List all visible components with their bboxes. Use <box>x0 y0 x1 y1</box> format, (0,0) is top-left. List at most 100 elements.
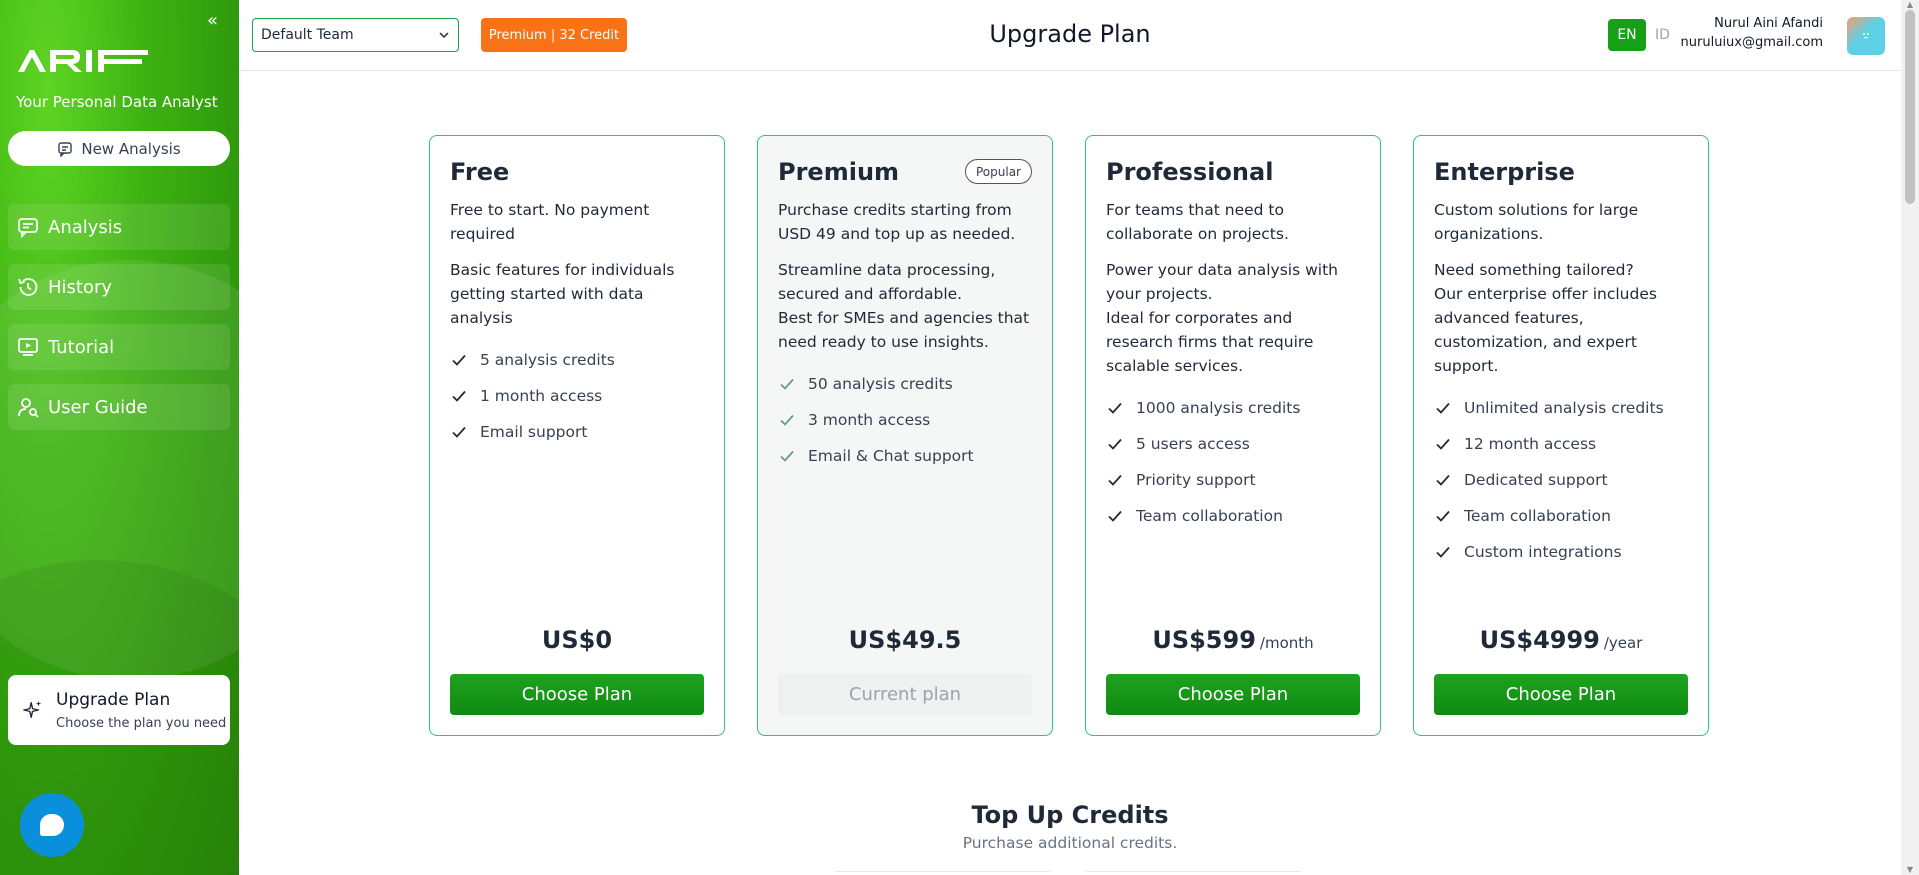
plan-desc-line: Custom solutions for large organizations… <box>1434 201 1639 243</box>
feature-text: Email support <box>480 423 588 441</box>
scrollbar[interactable]: ▲ ▼ <box>1901 0 1919 875</box>
scroll-down-icon[interactable]: ▼ <box>1905 866 1915 874</box>
chat-support-button[interactable] <box>20 793 84 857</box>
check-icon <box>452 426 466 438</box>
sidebar-item-label: Tutorial <box>48 336 115 358</box>
plan-desc-line: Basic features for individuals getting s… <box>450 261 675 327</box>
feature-item: 1 month access <box>450 378 708 414</box>
topup-card[interactable] <box>835 871 1050 875</box>
feature-text: 1000 analysis credits <box>1136 399 1301 417</box>
avatar[interactable] <box>1847 17 1885 55</box>
plan-price: US$49.5 <box>758 626 1052 654</box>
feature-text: Dedicated support <box>1464 471 1608 489</box>
check-icon <box>1436 402 1450 414</box>
feature-item: Custom integrations <box>1434 534 1692 570</box>
price-amount: US$49.5 <box>848 626 962 654</box>
arif-logo <box>16 48 148 78</box>
price-amount: US$599 <box>1152 626 1256 654</box>
plan-description: For teams that need to collaborate on pr… <box>1106 198 1364 534</box>
price-amount: US$0 <box>541 626 613 654</box>
plan-card-free: Free Free to start. No payment required … <box>429 135 725 736</box>
plan-name: Free <box>450 158 510 186</box>
check-icon <box>1108 438 1122 450</box>
feature-item: Email & Chat support <box>778 438 1036 474</box>
plan-description: Custom solutions for large organizations… <box>1434 198 1692 570</box>
check-icon <box>1436 510 1450 522</box>
feature-item: Team collaboration <box>1434 498 1692 534</box>
sidebar-item-label: History <box>48 276 113 298</box>
scroll-thumb[interactable] <box>1905 10 1915 204</box>
lang-en-button[interactable]: EN <box>1608 19 1646 51</box>
lang-id-button[interactable]: ID <box>1655 19 1670 51</box>
plan-desc-line: Our enterprise offer includes advanced f… <box>1434 285 1657 375</box>
check-icon <box>780 378 794 390</box>
check-icon <box>452 390 466 402</box>
plan-name: Premium <box>778 158 900 186</box>
scroll-up-icon[interactable]: ▲ <box>1905 1 1915 9</box>
check-icon <box>780 414 794 426</box>
topup-card[interactable] <box>1086 871 1301 875</box>
feature-text: Email & Chat support <box>808 447 974 465</box>
chat-icon <box>18 218 38 239</box>
check-icon <box>1436 474 1450 486</box>
feature-item: Team collaboration <box>1106 498 1364 534</box>
price-period: /month <box>1259 634 1314 652</box>
feature-text: 5 users access <box>1136 435 1250 453</box>
check-icon <box>1108 474 1122 486</box>
sidebar-item-analysis[interactable]: Analysis <box>8 204 230 250</box>
feature-text: Team collaboration <box>1136 507 1283 525</box>
chat-bubble-icon <box>40 814 64 836</box>
feature-item: 12 month access <box>1434 426 1692 462</box>
user-name: Nurul Aini Afandi <box>1714 16 1823 31</box>
current-plan-button: Current plan <box>778 674 1032 715</box>
plan-description: Purchase credits starting from USD 49 an… <box>778 198 1036 474</box>
plan-description: Free to start. No payment required Basic… <box>450 198 708 450</box>
video-icon <box>18 338 38 356</box>
feature-item: Dedicated support <box>1434 462 1692 498</box>
sidebar-item-tutorial[interactable]: Tutorial <box>8 324 230 370</box>
upgrade-plan-subtitle: Choose the plan you need <box>56 715 227 731</box>
plan-price: US$0 <box>430 626 724 654</box>
user-email: nuruluiux@gmail.com <box>1680 35 1823 50</box>
feature-text: Priority support <box>1136 471 1256 489</box>
feature-text: Team collaboration <box>1464 507 1611 525</box>
plan-desc-line: Need something tailored? <box>1434 261 1634 279</box>
feature-item: 5 analysis credits <box>450 342 708 378</box>
sparkles-icon <box>23 700 42 719</box>
feature-text: Unlimited analysis credits <box>1464 399 1664 417</box>
sidebar-item-history[interactable]: History <box>8 264 230 310</box>
feature-item: 50 analysis credits <box>778 366 1036 402</box>
top-header: Default Team Premium | 32 Credit Upgrade… <box>239 0 1901 71</box>
price-amount: US$4999 <box>1479 626 1600 654</box>
check-icon <box>1436 546 1450 558</box>
history-icon <box>18 278 38 296</box>
feature-list: 5 analysis credits 1 month access Email … <box>450 342 708 450</box>
upgrade-plan-card[interactable]: Upgrade Plan Choose the plan you need <box>8 675 230 745</box>
sidebar-item-user-guide[interactable]: User Guide <box>8 384 230 430</box>
choose-plan-button[interactable]: Choose Plan <box>1106 674 1360 715</box>
plan-desc-line: Ideal for corporates and research firms … <box>1106 309 1314 375</box>
feature-item: 3 month access <box>778 402 1036 438</box>
choose-plan-button[interactable]: Choose Plan <box>1434 674 1688 715</box>
check-icon <box>1108 402 1122 414</box>
tagline: Your Personal Data Analyst <box>16 93 218 111</box>
sidebar-item-label: User Guide <box>48 396 148 418</box>
collapse-sidebar-icon[interactable]: « <box>207 10 218 31</box>
upgrade-plan-title: Upgrade Plan <box>56 689 171 710</box>
choose-plan-button[interactable]: Choose Plan <box>450 674 704 715</box>
new-analysis-label: New Analysis <box>81 139 181 158</box>
check-icon <box>1108 510 1122 522</box>
avatar-face-icon <box>1863 33 1869 39</box>
check-icon <box>780 450 794 462</box>
plan-card-premium: Premium Popular Purchase credits startin… <box>757 135 1053 736</box>
feature-item: Priority support <box>1106 462 1364 498</box>
new-analysis-button[interactable]: New Analysis <box>8 131 230 166</box>
plan-desc-line: Power your data analysis with your proje… <box>1106 261 1338 303</box>
plan-desc-line: Streamline data processing, secured and … <box>778 261 996 303</box>
new-chat-icon <box>58 141 73 157</box>
feature-text: 50 analysis credits <box>808 375 953 393</box>
check-icon <box>1436 438 1450 450</box>
plan-price: US$4999/year <box>1414 626 1708 654</box>
check-icon <box>452 354 466 366</box>
feature-list: 50 analysis credits 3 month access Email… <box>778 366 1036 474</box>
